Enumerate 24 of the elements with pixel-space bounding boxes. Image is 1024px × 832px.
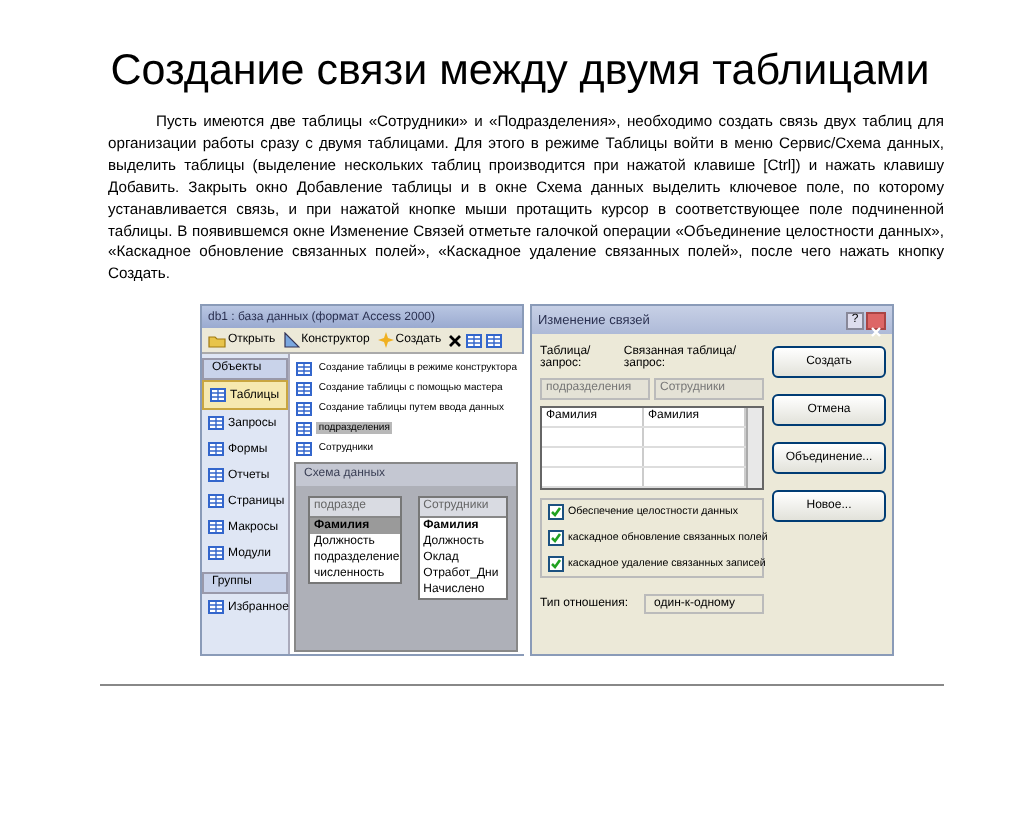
grid-icon bbox=[208, 494, 224, 509]
delete-icon[interactable] bbox=[447, 333, 462, 348]
grid-icon bbox=[485, 333, 502, 348]
grid-icon bbox=[296, 441, 313, 456]
grid-icon bbox=[208, 600, 224, 615]
grid-icon bbox=[296, 421, 313, 436]
grid-icon bbox=[208, 416, 224, 431]
grid-icon bbox=[210, 388, 226, 403]
grid-icon bbox=[296, 401, 313, 416]
grid-icon bbox=[296, 381, 313, 396]
folder-icon bbox=[208, 333, 226, 348]
checkbox[interactable] bbox=[548, 530, 564, 547]
checkbox[interactable] bbox=[548, 504, 564, 521]
checkbox[interactable] bbox=[548, 556, 564, 573]
sparkle-icon bbox=[377, 332, 394, 349]
slide-title: Создание связи между двумя таблицами bbox=[108, 44, 932, 96]
grid-icon bbox=[208, 468, 224, 483]
grid-icon bbox=[465, 333, 482, 348]
grid-icon bbox=[208, 546, 224, 561]
scrollbar[interactable] bbox=[746, 408, 762, 489]
grid-icon bbox=[208, 442, 224, 457]
grid-icon bbox=[296, 361, 313, 376]
grid-icon bbox=[208, 520, 224, 535]
close-icon bbox=[870, 325, 882, 338]
